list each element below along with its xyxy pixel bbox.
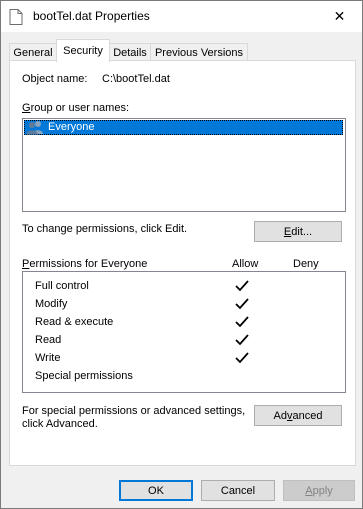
object-name-value: C:\bootTel.dat <box>102 73 170 85</box>
apply-button-rest: pply <box>312 485 333 497</box>
apply-button[interactable]: Apply <box>283 480 355 501</box>
advanced-button-before: Ad <box>273 410 287 422</box>
close-button[interactable]: ✕ <box>317 1 362 32</box>
advanced-text-line2: click Advanced. <box>22 418 98 430</box>
cancel-button[interactable]: Cancel <box>201 480 275 501</box>
permission-full-control: Full control <box>35 280 89 292</box>
edit-button-rest: dit... <box>291 226 313 238</box>
advanced-button[interactable]: Advanced <box>254 405 342 426</box>
change-permissions-text: To change permissions, click Edit. <box>22 223 188 235</box>
permission-special: Special permissions <box>35 370 133 382</box>
security-panel: Object name: C:\bootTel.dat Group or use… <box>9 60 356 466</box>
allow-check-icon <box>235 298 249 310</box>
allow-check-icon <box>235 316 249 328</box>
permission-write: Write <box>35 352 61 364</box>
window-title: bootTel.dat Properties <box>33 9 150 23</box>
permission-modify: Modify <box>35 298 68 310</box>
file-icon <box>9 9 23 25</box>
tab-security[interactable]: Security <box>56 39 110 62</box>
deny-header: Deny <box>293 258 319 270</box>
advanced-button-after: anced <box>292 410 323 422</box>
list-item-everyone[interactable]: Everyone <box>24 120 343 135</box>
group-user-list[interactable]: Everyone <box>22 118 346 212</box>
allow-check-icon <box>235 334 249 346</box>
permissions-label: Permissions for Everyone <box>22 258 147 270</box>
ok-button[interactable]: OK <box>119 480 193 501</box>
allow-header: Allow <box>232 258 259 270</box>
permissions-list[interactable]: Full control Modify Read & execute Read … <box>22 271 346 393</box>
apply-mnemonic: A <box>305 485 313 497</box>
permission-read-execute: Read & execute <box>35 316 114 328</box>
group-label-rest: roup or user names: <box>30 102 129 114</box>
allow-check-icon <box>235 280 249 292</box>
advanced-text-line1: For special permissions or advanced sett… <box>22 405 246 417</box>
permissions-label-rest: ermissions for Everyone <box>29 258 148 270</box>
title-bar[interactable]: bootTel.dat Properties ✕ <box>1 1 362 32</box>
list-item-label: Everyone <box>48 121 95 133</box>
object-name-label: Object name: <box>22 73 88 85</box>
group-label-mnemonic: G <box>22 102 31 114</box>
properties-window: bootTel.dat Properties ✕ General Securit… <box>0 0 363 509</box>
group-list-label: Group or user names: <box>22 102 129 114</box>
edit-button[interactable]: Edit... <box>254 221 342 242</box>
users-icon <box>26 121 43 135</box>
allow-check-icon <box>235 352 249 364</box>
permission-read: Read <box>35 334 62 346</box>
